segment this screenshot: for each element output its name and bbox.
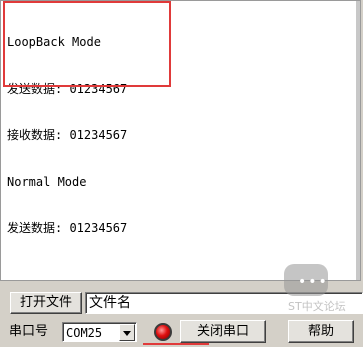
receive-line: 发送数据: 01234567	[7, 221, 128, 235]
vertical-scrollbar[interactable]	[356, 1, 360, 280]
port-select[interactable]: COM25	[62, 322, 137, 342]
open-file-button[interactable]: 打开文件	[10, 292, 82, 314]
receive-text-area[interactable]: LoopBack Mode 发送数据: 01234567 接收数据: 01234…	[0, 0, 361, 281]
annotation-highlight-box	[3, 1, 171, 87]
forum-watermark: ••• ST中文论坛	[280, 262, 360, 322]
close-port-button[interactable]: 关闭串口	[180, 320, 266, 343]
annotation-underline	[143, 343, 209, 345]
receive-line: Normal Mode	[7, 174, 87, 189]
port-label: 串口号	[9, 324, 49, 339]
chevron-down-icon[interactable]	[119, 324, 135, 341]
watermark-text: ST中文论坛	[288, 300, 346, 313]
port-row: 串口号 COM25 关闭串口 帮助	[0, 319, 363, 345]
chat-bubble-icon: •••	[284, 264, 328, 296]
port-status-led-icon	[154, 323, 172, 341]
receive-line: 接收数据: 01234567	[7, 128, 128, 142]
help-button[interactable]: 帮助	[288, 320, 354, 343]
port-select-value: COM25	[66, 326, 103, 340]
